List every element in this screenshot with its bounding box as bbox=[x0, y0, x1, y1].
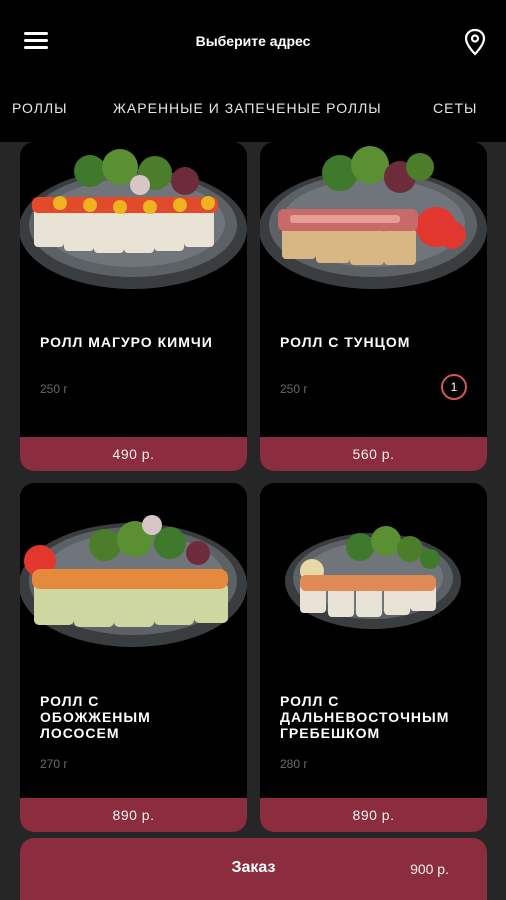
top-bar: Выберите адрес bbox=[0, 0, 506, 84]
address-selector[interactable]: Выберите адрес bbox=[0, 33, 506, 49]
price-button[interactable]: 560 р. bbox=[260, 437, 487, 471]
product-weight: 280 г bbox=[280, 757, 308, 771]
product-name: РОЛЛ С ДАЛЬНЕВОСТОЧНЫМ ГРЕБЕШКОМ bbox=[280, 693, 450, 741]
product-weight: 270 г bbox=[40, 757, 68, 771]
product-image bbox=[20, 515, 247, 647]
product-image bbox=[285, 526, 461, 629]
order-button[interactable]: Заказ 900 р. bbox=[20, 838, 487, 900]
product-card-seared-salmon[interactable]: РОЛЛ С ОБОЖЖЕНЫМ ЛОСОСЕМ 270 г 890 р. bbox=[20, 483, 247, 832]
product-weight: 250 г bbox=[280, 382, 308, 396]
product-weight: 250 г bbox=[40, 382, 68, 396]
product-name: РОЛЛ МАГУРО КИМЧИ bbox=[40, 334, 213, 350]
product-card-maguro-kimchi[interactable]: РОЛЛ МАГУРО КИМЧИ 250 г 490 р. bbox=[20, 142, 247, 471]
price-button[interactable]: 490 р. bbox=[20, 437, 247, 471]
tab-rolls[interactable]: РОЛЛЫ bbox=[12, 100, 68, 116]
product-image bbox=[260, 146, 487, 289]
price-button[interactable]: 890 р. bbox=[20, 798, 247, 832]
product-card-tuna-roll[interactable]: РОЛЛ С ТУНЦОМ 250 г 1 560 р. bbox=[260, 142, 487, 471]
product-image bbox=[20, 149, 247, 289]
category-tabs: РОЛЛЫ ЖАРЕННЫЕ И ЗАПЕЧЕНЫЕ РОЛЛЫ СЕТЫ bbox=[0, 84, 506, 142]
product-name: РОЛЛ С ТУНЦОМ bbox=[280, 334, 411, 350]
order-total: 900 р. bbox=[410, 861, 449, 877]
tab-sets[interactable]: СЕТЫ bbox=[433, 100, 477, 116]
product-name: РОЛЛ С ОБОЖЖЕНЫМ ЛОСОСЕМ bbox=[40, 693, 151, 741]
location-pin-icon[interactable] bbox=[464, 28, 486, 56]
price-button[interactable]: 890 р. bbox=[260, 798, 487, 832]
product-card-far-east-scallop[interactable]: РОЛЛ С ДАЛЬНЕВОСТОЧНЫМ ГРЕБЕШКОМ 280 г 8… bbox=[260, 483, 487, 832]
quantity-badge[interactable]: 1 bbox=[441, 374, 467, 400]
tab-fried-baked-rolls[interactable]: ЖАРЕННЫЕ И ЗАПЕЧЕНЫЕ РОЛЛЫ bbox=[113, 100, 382, 116]
